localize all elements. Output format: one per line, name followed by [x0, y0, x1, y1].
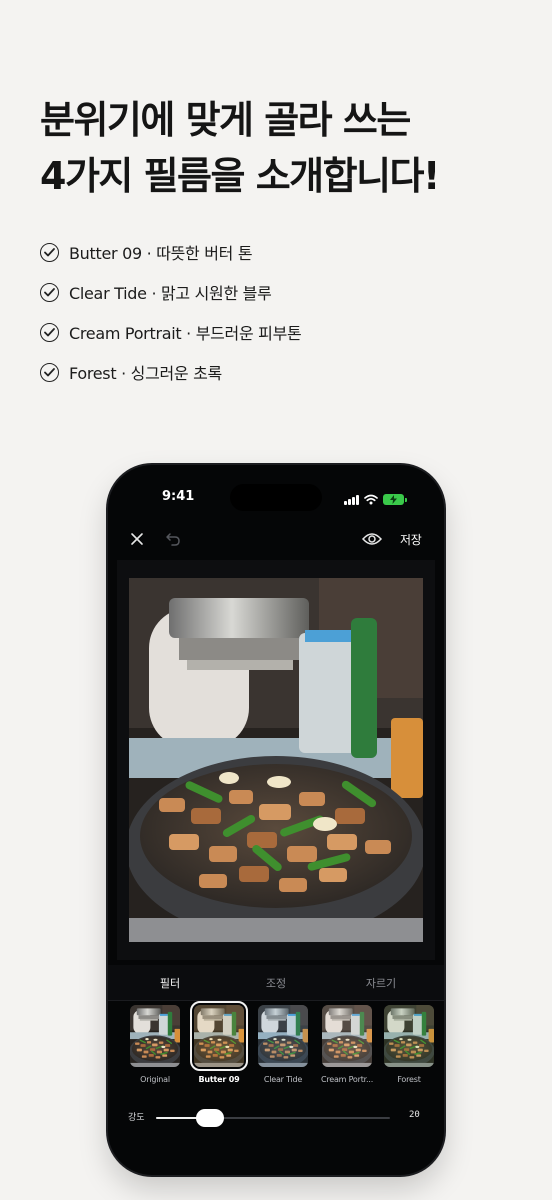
feature-list: Butter 09 · 따뜻한 버터 톤 Clear Tide · 맑고 시원한… — [40, 232, 302, 392]
wifi-icon — [364, 490, 378, 509]
phone-mockup: 9:41 저장 필터 조정 자르기 Original Butter 09 Cle… — [108, 465, 444, 1175]
battery-charging-icon — [383, 494, 407, 505]
filter-thumb-image — [384, 1005, 434, 1067]
filter-thumb-label: Original — [140, 1075, 170, 1084]
feature-item: Forest · 싱그러운 초록 — [40, 352, 301, 392]
intensity-value: 20 — [409, 1110, 420, 1120]
signal-icon — [344, 494, 359, 505]
dynamic-island — [230, 484, 322, 511]
intensity-slider-handle[interactable] — [195, 1109, 224, 1127]
check-circle-icon — [40, 242, 59, 262]
save-button[interactable]: 저장 — [400, 531, 422, 548]
intensity-control: 강도 20 — [108, 1105, 444, 1129]
status-time: 9:41 — [162, 489, 195, 504]
tab-crop[interactable]: 자르기 — [366, 975, 396, 991]
photo-canvas — [117, 560, 435, 960]
feature-item: Clear Tide · 맑고 시원한 블루 — [40, 272, 301, 312]
tab-adjust[interactable]: 조정 — [266, 975, 286, 991]
filter-thumb-label: Forest — [397, 1075, 421, 1084]
headline-line-1: 분위기에 맞게 골라 쓰는 — [40, 98, 411, 142]
eye-icon[interactable] — [361, 531, 383, 550]
filter-thumb-clear-tide[interactable]: Clear Tide — [256, 1005, 310, 1084]
status-icons — [344, 490, 407, 509]
filter-thumb-cream-portrait[interactable]: Cream Portr... — [320, 1005, 374, 1084]
editor-toolbar: 저장 — [108, 525, 444, 555]
filter-thumb-label: Clear Tide — [263, 1075, 303, 1084]
headline: 분위기에 맞게 골라 쓰는 4가지 필름을 소개합니다! — [40, 92, 520, 204]
feature-text: Butter 09 · 따뜻한 버터 톤 — [69, 244, 253, 263]
intensity-label: 강도 — [128, 1113, 145, 1123]
filter-thumb-image — [190, 1001, 248, 1071]
check-circle-icon — [40, 362, 59, 382]
filter-thumb-original[interactable]: Original — [128, 1005, 182, 1084]
editor-tabs: 필터 조정 자르기 — [108, 965, 444, 1001]
feature-text: Cream Portrait · 부드러운 피부톤 — [69, 324, 302, 343]
feature-text: Forest · 싱그러운 초록 — [69, 364, 222, 383]
filter-thumb-image — [322, 1005, 372, 1067]
intensity-slider[interactable] — [156, 1109, 390, 1127]
feature-text: Clear Tide · 맑고 시원한 블루 — [69, 284, 272, 303]
filter-thumb-label: Cream Portr... — [320, 1075, 374, 1084]
check-circle-icon — [40, 322, 59, 342]
check-circle-icon — [40, 282, 59, 302]
photo-preview[interactable] — [129, 578, 423, 942]
filter-thumb-forest[interactable]: Forest — [382, 1005, 436, 1084]
tab-filter[interactable]: 필터 — [160, 975, 180, 991]
filter-thumb-image — [258, 1005, 308, 1067]
filter-strip: Original Butter 09 Clear Tide Cream Port… — [108, 1001, 444, 1091]
filter-thumb-label: Butter 09 — [198, 1075, 240, 1084]
feature-item: Cream Portrait · 부드러운 피부톤 — [40, 312, 302, 352]
feature-item: Butter 09 · 따뜻한 버터 톤 — [40, 232, 301, 272]
filter-thumb-butter-09[interactable]: Butter 09 — [190, 1001, 248, 1084]
filter-thumb-image — [130, 1005, 180, 1067]
close-icon[interactable] — [130, 531, 144, 550]
undo-icon[interactable] — [165, 531, 181, 550]
headline-line-2: 4가지 필름을 소개합니다! — [40, 154, 440, 198]
